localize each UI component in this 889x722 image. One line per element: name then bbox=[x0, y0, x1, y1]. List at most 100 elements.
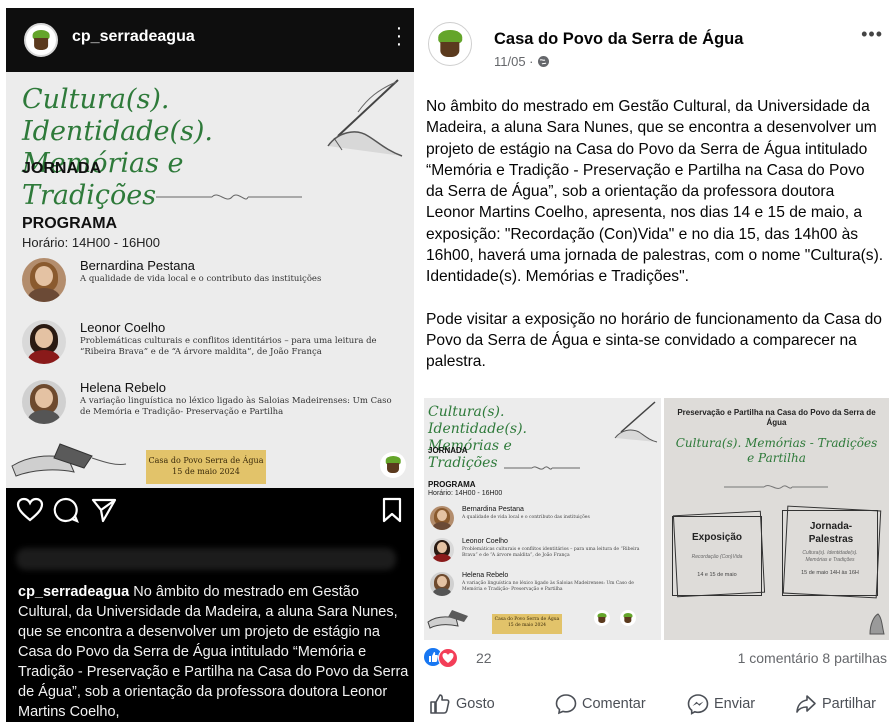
ornament-divider bbox=[504, 466, 580, 470]
card-title: Jornada- Palestras bbox=[808, 521, 854, 545]
quill-hand-illustration bbox=[614, 401, 658, 443]
share-button[interactable]: Partilhar bbox=[794, 690, 886, 720]
post-image-gallery[interactable]: Cultura(s). Identidade(s). Memórias e Tr… bbox=[424, 398, 889, 640]
facebook-post-panel: Casa do Povo da Serra de Água 11/05 · ••… bbox=[424, 10, 889, 722]
redacted-area bbox=[16, 548, 396, 570]
speaker-photo bbox=[430, 572, 454, 596]
ornament-divider bbox=[156, 194, 302, 200]
caption-username[interactable]: cp_serradeagua bbox=[18, 584, 129, 600]
post-paragraph: Pode visitar a exposição no horário de f… bbox=[426, 310, 882, 371]
thumbs-up-icon bbox=[430, 694, 450, 714]
speaker-topic: Problemáticas culturais e conflitos iden… bbox=[80, 336, 377, 357]
book-hand-illustration bbox=[427, 610, 468, 629]
card-date: 14 e 15 de maio bbox=[697, 572, 737, 578]
exhibition-subtitle: Cultura(s). Memórias - Tradições e Parti… bbox=[675, 436, 878, 465]
poster-title: Cultura(s). Identidade(s). Memórias e Tr… bbox=[428, 404, 528, 471]
reaction-count[interactable]: 22 bbox=[476, 650, 492, 666]
reactions-bar[interactable]: 22 1 comentário 8 partilhas bbox=[424, 648, 889, 672]
speaker-name: Bernardina Pestana bbox=[80, 258, 195, 273]
speaker-photo bbox=[430, 538, 454, 562]
messenger-icon bbox=[687, 694, 709, 715]
post-image: Cultura(s). Identidade(s). Memórias e Tr… bbox=[6, 72, 414, 488]
share-label: Partilhar bbox=[822, 696, 876, 712]
caption-text: No âmbito do mestrado em Gestão Cultural… bbox=[18, 584, 409, 720]
speaker-name: Bernardina Pestana bbox=[462, 506, 524, 513]
speaker-name: Helena Rebelo bbox=[462, 572, 509, 579]
speaker-topic: A qualidade de vida local e o contributo… bbox=[80, 274, 322, 284]
like-label: Gosto bbox=[456, 696, 495, 712]
speaker-photo bbox=[22, 258, 66, 302]
exhibition-heading: Preservação e Partilha na Casa do Povo d… bbox=[677, 408, 876, 427]
jornada-palestras-card: Jornada- Palestras Cultura(s). Identidad… bbox=[782, 505, 882, 599]
comment-icon[interactable] bbox=[52, 496, 80, 524]
event-date-banner: Casa do Povo Serra de Água 15 de maio 20… bbox=[146, 450, 266, 484]
post-paragraph: No âmbito do mestrado em Gestão Cultural… bbox=[426, 98, 884, 286]
card-subtitle: Recordação (Con)Vida bbox=[691, 554, 743, 560]
figure-illustration bbox=[869, 613, 885, 635]
event-place: Casa do Povo Serra de Água bbox=[148, 456, 264, 465]
speaker-item: Helena Rebelo A variação linguística no … bbox=[430, 572, 656, 602]
card-date: 15 de maio 14H às 16H bbox=[801, 570, 859, 576]
page-avatar[interactable] bbox=[428, 22, 472, 66]
gallery-image-exhibition[interactable]: Preservação e Partilha na Casa do Povo d… bbox=[664, 398, 889, 640]
speaker-name: Leonor Coelho bbox=[80, 320, 166, 335]
exposicao-card: Exposição Recordação (Con)Vida 14 e 15 d… bbox=[672, 510, 766, 598]
love-reaction-icon bbox=[438, 648, 458, 668]
heart-icon[interactable] bbox=[16, 496, 44, 524]
speaker-item: Leonor Coelho Problemáticas culturais e … bbox=[430, 538, 656, 568]
post-caption: cp_serradeagua No âmbito do mestrado em … bbox=[18, 582, 410, 722]
more-options-icon[interactable]: · · · bbox=[394, 18, 404, 54]
comment-share-stats[interactable]: 1 comentário 8 partilhas bbox=[738, 650, 887, 666]
quill-hand-illustration bbox=[327, 79, 403, 157]
event-date-banner: Casa do Povo Serra de Água 15 de maio 20… bbox=[492, 614, 562, 634]
speaker-photo bbox=[22, 320, 66, 364]
logo bbox=[620, 610, 636, 626]
speaker-name: Helena Rebelo bbox=[80, 380, 167, 395]
card-title: Exposição bbox=[691, 532, 743, 543]
instagram-post-header: cp_serradeagua · · · bbox=[6, 8, 414, 72]
speaker-item: Bernardina Pestana A qualidade de vida l… bbox=[22, 258, 402, 308]
speaker-item: Helena Rebelo A variação linguística no … bbox=[22, 380, 402, 430]
speaker-item: Bernardina Pestana A qualidade de vida l… bbox=[430, 506, 656, 536]
logo bbox=[380, 452, 406, 478]
comment-icon bbox=[555, 694, 577, 715]
comment-label: Comentar bbox=[582, 696, 646, 712]
like-button[interactable]: Gosto bbox=[428, 690, 518, 720]
speaker-topic: Problemáticas culturais e conflitos iden… bbox=[462, 547, 640, 558]
jornada-heading: JORNADA bbox=[22, 160, 102, 177]
logo bbox=[594, 610, 610, 626]
speaker-topic: A qualidade de vida local e o contributo… bbox=[462, 515, 590, 520]
send-label: Enviar bbox=[714, 696, 756, 712]
speaker-photo bbox=[22, 380, 66, 424]
post-date: 11/05 · bbox=[494, 54, 538, 69]
speaker-name: Leonor Coelho bbox=[462, 538, 508, 545]
book-hand-illustration bbox=[11, 443, 127, 477]
post-timestamp[interactable]: 11/05 · bbox=[494, 54, 550, 69]
post-text: No âmbito do mestrado em Gestão Cultural… bbox=[426, 96, 886, 394]
send-icon[interactable] bbox=[90, 496, 118, 524]
globe-icon bbox=[538, 56, 550, 67]
page-name[interactable]: Casa do Povo da Serra de Água bbox=[494, 30, 743, 49]
card-subtitle: Cultura(s). Identidade(s). Memórias e Tr… bbox=[802, 550, 858, 563]
share-icon bbox=[796, 695, 816, 713]
speaker-topic: A variação linguística no léxico ligado … bbox=[462, 581, 634, 592]
jornada-heading: JORNADA bbox=[428, 446, 468, 455]
speaker-item: Leonor Coelho Problemáticas culturais e … bbox=[22, 320, 402, 370]
gallery-image-poster[interactable]: Cultura(s). Identidade(s). Memórias e Tr… bbox=[424, 398, 661, 640]
event-date: 15 de maio 2024 bbox=[507, 623, 547, 628]
programa-heading: PROGRAMA bbox=[22, 215, 118, 232]
post-actions-bar bbox=[6, 488, 414, 532]
comment-button[interactable]: Comentar bbox=[554, 690, 664, 720]
schedule-time: Horário: 14H00 - 16H00 bbox=[428, 490, 503, 497]
send-button[interactable]: Enviar bbox=[686, 690, 776, 720]
programa-heading: PROGRAMA bbox=[428, 480, 476, 489]
username[interactable]: cp_serradeagua bbox=[72, 28, 195, 46]
more-options-icon[interactable]: ••• bbox=[861, 24, 883, 45]
bookmark-icon[interactable] bbox=[378, 496, 406, 524]
speaker-photo bbox=[430, 506, 454, 530]
avatar[interactable] bbox=[24, 23, 58, 57]
ornament-divider bbox=[724, 485, 828, 489]
schedule-time: Horário: 14H00 - 16H00 bbox=[22, 235, 161, 250]
post-actions-bar: Gosto Comentar Enviar Partilhar bbox=[424, 690, 889, 720]
speaker-topic: A variação linguística no léxico ligado … bbox=[80, 396, 392, 417]
